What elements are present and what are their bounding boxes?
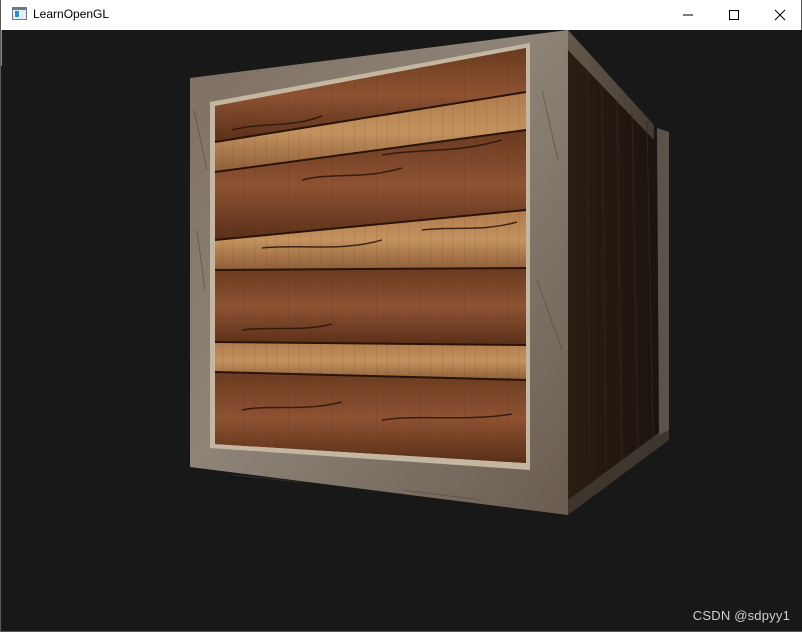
gl-viewport[interactable]: CSDN @sdpyy1 bbox=[2, 30, 802, 631]
maximize-icon bbox=[729, 10, 739, 20]
window-title: LearnOpenGL bbox=[33, 7, 110, 21]
close-button[interactable] bbox=[757, 0, 802, 30]
minimize-button[interactable] bbox=[665, 0, 711, 30]
crate-render bbox=[190, 30, 669, 515]
app-window: LearnOpenGL CSDN @sdpyy1 bbox=[0, 0, 802, 632]
maximize-button[interactable] bbox=[711, 0, 757, 30]
app-window-icon bbox=[12, 7, 27, 20]
watermark: CSDN @sdpyy1 bbox=[692, 608, 790, 623]
close-icon bbox=[774, 9, 786, 21]
title-bar[interactable]: LearnOpenGL bbox=[1, 0, 801, 30]
minimize-icon bbox=[683, 14, 693, 16]
